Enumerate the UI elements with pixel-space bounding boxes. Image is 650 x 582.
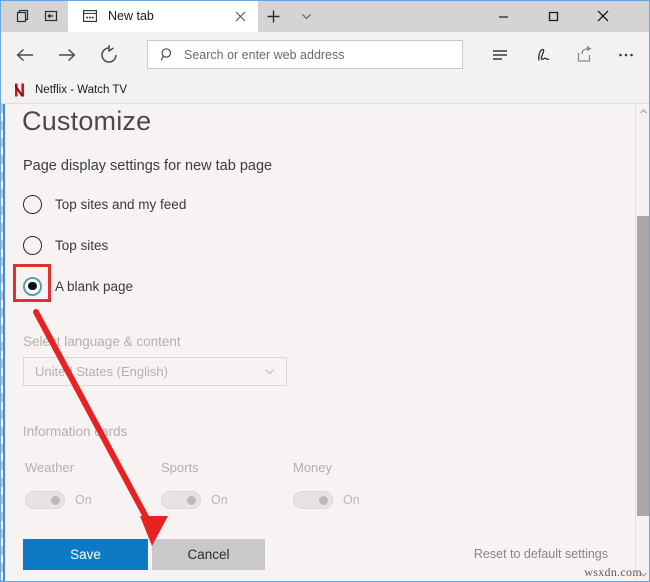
display-settings-heading: Page display settings for new tab page — [23, 158, 273, 174]
radio-indicator-selected[interactable] — [23, 276, 42, 296]
new-tab-button[interactable] — [262, 6, 284, 27]
new-tab-icon — [82, 8, 98, 24]
more-settings-icon[interactable] — [611, 40, 641, 70]
minimize-button[interactable] — [480, 0, 526, 32]
reading-view-icon[interactable] — [485, 40, 515, 70]
radio-indicator[interactable] — [23, 194, 42, 214]
edge-browser-window: New tab Search or enter web address Netf… — [0, 0, 650, 582]
watermark-text: wsxdn.com — [584, 565, 642, 579]
card-toggle-wrap: On — [161, 491, 228, 509]
tab-dropdown-icon[interactable] — [295, 6, 317, 27]
information-cards-heading: Information cards — [23, 424, 128, 439]
radio-label: A blank page — [55, 278, 134, 294]
card-title: Money — [293, 460, 333, 475]
favorite-item-netflix[interactable]: Netflix - Watch TV — [12, 82, 127, 97]
set-tabs-aside-icon[interactable] — [40, 5, 62, 27]
radio-label: Top sites — [55, 237, 109, 253]
radio-indicator[interactable] — [23, 235, 42, 255]
toggle-state-label: On — [343, 493, 360, 507]
left-accent-rail — [3, 104, 5, 582]
netflix-icon — [12, 82, 26, 97]
search-icon — [159, 47, 175, 63]
make-a-web-note-icon[interactable] — [528, 40, 558, 70]
radio-label: Top sites and my feed — [55, 196, 187, 212]
weather-toggle — [25, 491, 65, 509]
language-select-value: United States (English) — [35, 364, 168, 379]
favorite-label: Netflix - Watch TV — [35, 83, 128, 96]
chevron-down-icon — [263, 365, 276, 378]
new-tab-page: Customize Page display settings for new … — [0, 104, 650, 582]
info-card-sports: Sports On — [161, 460, 228, 509]
card-title: Weather — [25, 460, 74, 475]
radio-option-top-sites[interactable]: Top sites — [23, 233, 108, 257]
tab-close-icon[interactable] — [232, 8, 248, 24]
tab-title: New tab — [108, 9, 154, 23]
reset-to-default-settings-link[interactable]: Reset to default settings — [474, 547, 608, 561]
scroll-up-arrow-icon[interactable] — [636, 104, 650, 119]
toggle-state-label: On — [75, 493, 92, 507]
browser-tab[interactable]: New tab — [68, 0, 258, 32]
language-select: United States (English) — [23, 357, 287, 386]
refresh-button[interactable] — [94, 40, 124, 70]
toggle-state-label: On — [211, 493, 228, 507]
cancel-button[interactable]: Cancel — [152, 539, 265, 570]
card-toggle-wrap: On — [25, 491, 92, 509]
scrollbar-thumb[interactable] — [637, 216, 650, 516]
page-title: Customize — [22, 106, 152, 136]
tab-preview-icon[interactable] — [12, 5, 34, 27]
share-icon[interactable] — [570, 40, 600, 70]
close-window-button[interactable] — [580, 0, 626, 32]
page-scrollbar[interactable] — [635, 104, 650, 582]
radio-option-top-sites-and-my-feed[interactable]: Top sites and my feed — [23, 192, 186, 216]
maximize-button[interactable] — [530, 0, 576, 32]
title-bar: New tab — [0, 0, 650, 32]
language-heading: Select language & content — [23, 334, 181, 349]
forward-button[interactable] — [52, 40, 82, 70]
favorites-bar: Netflix - Watch TV — [0, 76, 650, 104]
save-button[interactable]: Save — [23, 539, 148, 570]
money-toggle — [293, 491, 333, 509]
back-button[interactable] — [10, 40, 40, 70]
card-title: Sports — [161, 460, 199, 475]
info-card-weather: Weather On — [25, 460, 92, 509]
sports-toggle — [161, 491, 201, 509]
customize-panel: Customize Page display settings for new … — [6, 104, 636, 582]
address-bar[interactable]: Search or enter web address — [147, 40, 463, 69]
card-toggle-wrap: On — [293, 491, 360, 509]
info-card-money: Money On — [293, 460, 360, 509]
navigation-toolbar: Search or enter web address — [0, 32, 650, 76]
address-placeholder: Search or enter web address — [184, 47, 345, 62]
radio-option-a-blank-page[interactable]: A blank page — [23, 274, 133, 298]
